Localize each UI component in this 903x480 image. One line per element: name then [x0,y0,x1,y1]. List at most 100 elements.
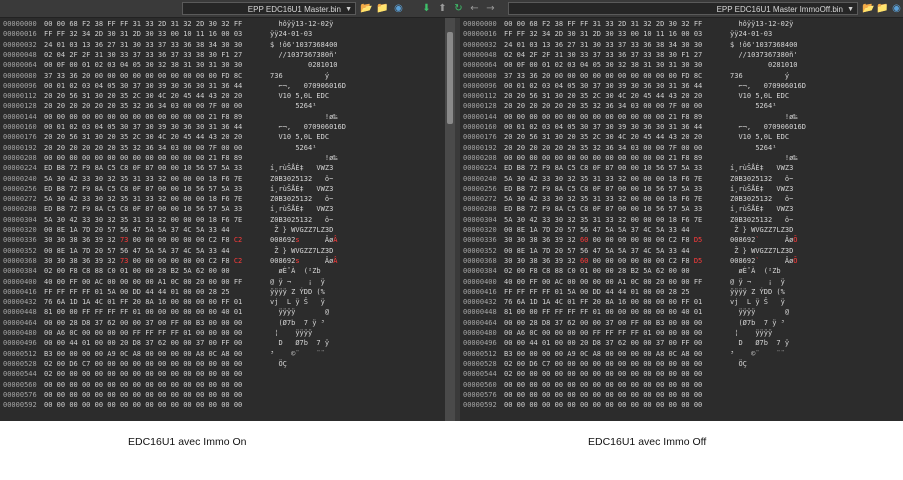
row-hex[interactable]: B3 00 00 00 00 A9 0C A8 00 00 00 00 A8 0… [44,349,242,359]
row-hex[interactable]: 00 00 68 F2 38 FF FF 31 33 2D 31 32 2D 3… [504,19,702,29]
hex-byte[interactable]: B8 [57,185,70,193]
hex-byte[interactable]: 00 [529,381,542,389]
hex-byte[interactable]: 44 [158,288,171,296]
hex-byte[interactable]: 00 [669,360,682,368]
hex-byte[interactable]: 20 [44,92,57,100]
row-hex[interactable]: 00 00 00 00 00 00 00 00 00 00 00 00 00 0… [504,390,702,400]
hex-byte[interactable]: 0F [517,61,530,69]
hex-byte[interactable]: 00 [681,278,694,286]
hex-byte[interactable]: 00 [656,308,669,316]
hex-byte[interactable]: 36 [183,82,196,90]
hex-byte[interactable]: 33 [145,175,158,183]
hex-byte[interactable]: DD [593,288,606,296]
hex-byte[interactable]: 00 [580,329,593,337]
hex-row[interactable]: 00000288 ED B8 72 F9 8A C5 C8 0F 87 00 00… [460,204,903,214]
row-hex[interactable]: ED B8 72 F9 8A C5 C8 0F 87 00 00 10 56 5… [44,163,242,173]
hex-byte[interactable]: 03 [694,30,702,38]
hex-byte[interactable]: F8 [221,236,234,244]
hex-byte[interactable]: 00 [133,370,146,378]
hex-byte[interactable]: 00 [567,339,580,347]
hex-byte[interactable]: F8 [69,267,82,275]
hex-byte[interactable]: 11 [196,30,209,38]
arrow-left-icon[interactable]: ← [468,2,481,15]
hex-byte[interactable]: 18 [669,216,682,224]
hex-row[interactable]: 00000464 00 00 28 D8 37 62 00 00 37 00 FF… [0,318,445,328]
hex-byte[interactable]: 02 [44,51,57,59]
row-hex[interactable]: 20 20 56 31 30 20 35 2C 30 4C 20 45 44 4… [44,91,242,101]
hex-byte[interactable]: 04 [555,123,568,131]
hex-byte[interactable]: 56 [656,185,669,193]
hex-byte[interactable]: 00 [656,102,669,110]
hex-byte[interactable]: 00 [681,381,694,389]
hex-byte[interactable]: B3 [196,319,209,327]
row-hex[interactable]: 02 00 F8 C8 88 C0 01 00 00 28 B2 5A 62 0… [44,266,230,276]
hex-byte[interactable]: 33 [605,41,618,49]
folder-open-icon[interactable]: 📂 [862,2,875,15]
hex-byte[interactable]: 00 [555,381,568,389]
hex-byte[interactable]: 34 [618,102,631,110]
hex-byte[interactable]: 33 [120,51,133,59]
hex-byte[interactable]: FF [529,288,542,296]
hex-byte[interactable]: 03 [234,30,242,38]
hex-byte[interactable]: 4C [183,226,196,234]
hex-byte[interactable]: 20 [44,144,57,152]
hex-byte[interactable]: 39 [158,82,171,90]
hex-byte[interactable]: 39 [158,123,171,131]
hex-byte[interactable]: 00 [120,370,133,378]
hex-byte[interactable]: 4C [643,226,656,234]
hex-byte[interactable]: F6 [221,216,234,224]
hex-byte[interactable]: 00 [643,288,656,296]
hex-byte[interactable]: 00 [69,154,82,162]
hex-byte[interactable]: 00 [618,205,631,213]
row-hex[interactable]: 00 8E 1A 7D 20 57 56 47 5A 5A 37 4C 5A 3… [504,225,690,235]
row-hex[interactable]: 81 00 00 FF FF FF FF 01 00 00 00 00 00 0… [504,307,702,317]
hex-byte[interactable]: 00 [618,257,631,265]
hex-byte[interactable]: 00 [618,381,631,389]
hex-byte[interactable]: 20 [69,144,82,152]
hex-byte[interactable]: 33 [183,51,196,59]
hex-byte[interactable]: 5A [183,267,196,275]
hex-byte[interactable]: 44 [681,247,689,255]
hex-byte[interactable]: 18 [209,175,222,183]
hex-byte[interactable]: 57 [669,185,682,193]
hex-row[interactable]: 00000400 40 00 FF 00 AC 00 00 00 00 A1 0C… [0,277,445,287]
hex-byte[interactable]: 00 [504,113,517,121]
hex-byte[interactable]: 00 [120,381,133,389]
hex-byte[interactable]: FF [555,308,568,316]
hex-byte[interactable]: 10 [183,205,196,213]
hex-byte[interactable]: 00 [618,236,631,244]
hex-byte[interactable]: 00 [529,391,542,399]
hex-byte[interactable]: 00 [145,391,158,399]
hex-byte[interactable]: 56 [120,247,133,255]
hex-byte[interactable]: 30 [669,20,682,28]
row-hex[interactable]: 20 20 20 20 20 20 35 32 36 34 03 00 00 7… [44,101,242,111]
hex-byte[interactable]: 00 [669,329,682,337]
hex-byte[interactable]: 30 [234,61,242,69]
hex-byte[interactable]: 00 [69,308,82,316]
hex-byte[interactable]: 00 [631,216,644,224]
hex-byte[interactable]: 36 [82,236,95,244]
hex-byte[interactable]: 00 [631,236,644,244]
hex-byte[interactable]: 30 [605,30,618,38]
hex-byte[interactable]: 7F [209,102,222,110]
hex-byte[interactable]: C8 [120,164,133,172]
hex-byte[interactable]: C0 [567,267,580,275]
hex-byte[interactable]: 00 [542,154,555,162]
hex-byte[interactable]: 01 [517,82,530,90]
hex-byte[interactable]: 03 [82,82,95,90]
hex-byte[interactable]: 00 [504,154,517,162]
hex-byte[interactable]: 00 [145,154,158,162]
hex-byte[interactable]: 39 [618,82,631,90]
hex-byte[interactable]: 20 [694,133,702,141]
hex-byte[interactable]: C7 [542,360,555,368]
hex-byte[interactable]: 0F [593,205,606,213]
hex-byte[interactable]: 44 [196,92,209,100]
hex-byte[interactable]: 00 [145,72,158,80]
hex-byte[interactable]: 44 [656,92,669,100]
hex-byte[interactable]: 00 [69,370,82,378]
hex-byte[interactable]: 20 [57,102,70,110]
hex-byte[interactable]: 00 [69,391,82,399]
hex-byte[interactable]: 00 [171,113,184,121]
hex-byte[interactable]: 04 [555,82,568,90]
hex-byte[interactable]: 00 [145,370,158,378]
